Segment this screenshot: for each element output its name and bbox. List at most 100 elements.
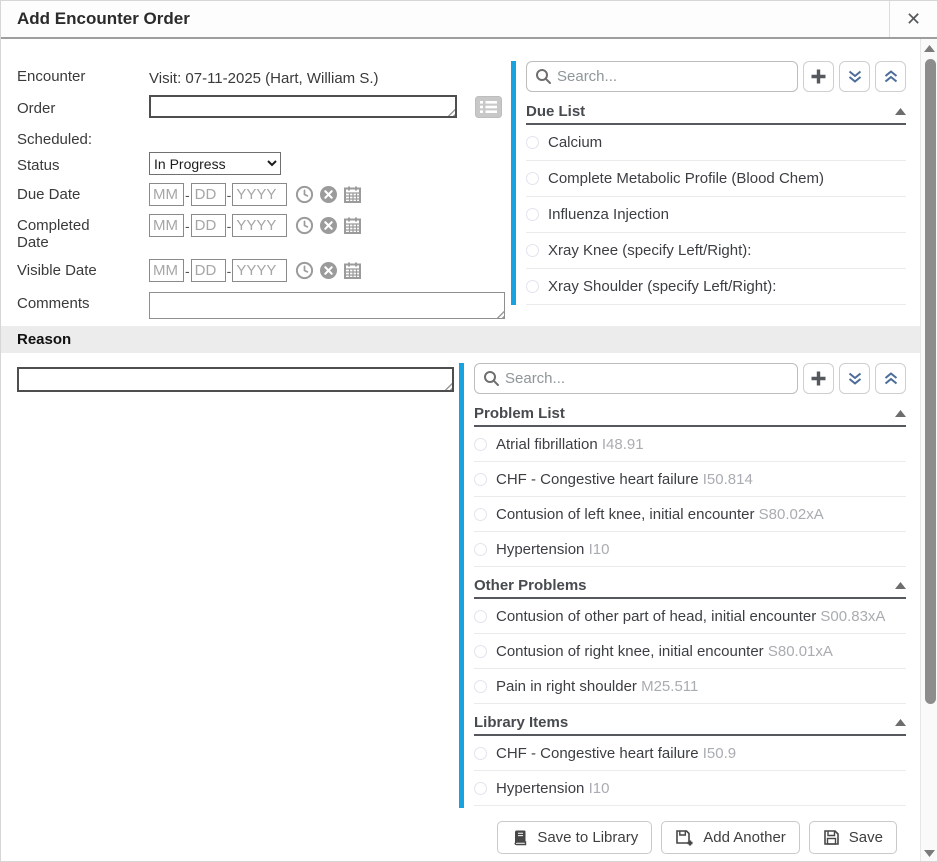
calendar-icon[interactable] xyxy=(343,185,362,204)
due-list-section-header[interactable]: Due List xyxy=(526,99,906,125)
scrollbar-thumb[interactable] xyxy=(925,59,936,704)
clock-icon[interactable] xyxy=(295,185,314,204)
scroll-down-icon[interactable] xyxy=(924,850,935,857)
encounter-label: Encounter xyxy=(17,65,117,85)
problem-item[interactable]: Contusion of right knee, initial encount… xyxy=(474,634,906,669)
visible-date-month-input[interactable] xyxy=(149,259,184,282)
order-label: Order xyxy=(17,97,117,117)
reason-input[interactable] xyxy=(17,367,454,392)
icd-code: S00.83xA xyxy=(820,608,885,625)
status-select[interactable]: In Progress xyxy=(149,152,281,175)
problem-item[interactable]: Atrial fibrillation I48.91 xyxy=(474,427,906,462)
library-item[interactable]: Hypertension I10 xyxy=(474,771,906,806)
item-label: Complete Metabolic Profile (Blood Chem) xyxy=(548,170,824,187)
problem-item[interactable]: Hypertension I10 xyxy=(474,532,906,567)
library-item[interactable]: CHF - Congestive heart failure I50.9 xyxy=(474,736,906,771)
button-label: Save to Library xyxy=(537,829,638,846)
date-separator: - xyxy=(185,263,190,279)
clock-icon[interactable] xyxy=(295,261,314,280)
radio-icon xyxy=(526,136,539,149)
visible-date-day-input[interactable] xyxy=(191,259,226,282)
order-lookup-button[interactable] xyxy=(475,96,502,118)
completed-date-day-input[interactable] xyxy=(191,214,226,237)
due-date-year-input[interactable] xyxy=(232,183,287,206)
vertical-scrollbar[interactable] xyxy=(920,39,937,861)
section-title: Problem List xyxy=(474,405,565,422)
item-label: CHF - Congestive heart failure I50.9 xyxy=(496,745,736,762)
item-label: Hypertension I10 xyxy=(496,541,609,558)
add-another-button[interactable]: Add Another xyxy=(661,821,800,854)
due-list-search-input[interactable] xyxy=(526,61,798,92)
add-reason-button[interactable] xyxy=(803,363,834,394)
radio-icon xyxy=(474,508,487,521)
item-label: Contusion of left knee, initial encounte… xyxy=(496,506,824,523)
add-order-button[interactable] xyxy=(803,61,834,92)
item-label: Xray Shoulder (specify Left/Right): xyxy=(548,278,776,295)
item-label: Hypertension I10 xyxy=(496,780,609,797)
button-label: Add Another xyxy=(703,829,786,846)
completed-date-month-input[interactable] xyxy=(149,214,184,237)
encounter-row: Encounter Visit: 07-11-2025 (Hart, Willi… xyxy=(17,59,511,89)
visible-date-label: Visible Date xyxy=(17,259,117,279)
item-label: Contusion of right knee, initial encount… xyxy=(496,643,833,660)
due-date-row: Due Date - - xyxy=(17,183,511,206)
list-lookup-icon xyxy=(475,96,502,118)
collapse-arrow-icon xyxy=(895,410,906,417)
completed-date-year-input[interactable] xyxy=(232,214,287,237)
due-list-panel: Due List Calcium Complete Metabolic Prof… xyxy=(511,61,906,305)
problem-item[interactable]: CHF - Congestive heart failure I50.814 xyxy=(474,462,906,497)
comments-input[interactable] xyxy=(149,292,505,319)
due-list-item[interactable]: Xray Knee (specify Left/Right): xyxy=(526,233,906,269)
scroll-up-icon[interactable] xyxy=(924,45,935,52)
chevron-double-up-icon xyxy=(883,69,899,84)
due-list-item[interactable]: Calcium xyxy=(526,125,906,161)
calendar-icon[interactable] xyxy=(343,261,362,280)
icd-code: I48.91 xyxy=(602,436,644,453)
radio-icon xyxy=(526,244,539,257)
due-date-month-input[interactable] xyxy=(149,183,184,206)
due-date-label: Due Date xyxy=(17,183,117,203)
due-list-item[interactable]: Influenza Injection xyxy=(526,197,906,233)
visible-date-year-input[interactable] xyxy=(232,259,287,282)
plus-icon xyxy=(810,68,827,85)
other-problems-section-header[interactable]: Other Problems xyxy=(474,573,906,599)
expand-all-button[interactable] xyxy=(839,363,870,394)
collapse-arrow-icon xyxy=(895,582,906,589)
problem-item[interactable]: Contusion of other part of head, initial… xyxy=(474,599,906,634)
problem-item[interactable]: Contusion of left knee, initial encounte… xyxy=(474,497,906,532)
plus-icon xyxy=(810,370,827,387)
library-items-section-header[interactable]: Library Items xyxy=(474,710,906,736)
encounter-value: Visit: 07-11-2025 (Hart, William S.) xyxy=(149,65,379,87)
save-to-library-button[interactable]: Save to Library xyxy=(497,821,652,854)
close-button[interactable]: ✕ xyxy=(889,1,937,37)
due-list-item[interactable]: Xray Shoulder (specify Left/Right): xyxy=(526,269,906,305)
save-button[interactable]: Save xyxy=(809,821,897,854)
status-label: Status xyxy=(17,154,117,174)
icd-code: I10 xyxy=(589,541,610,558)
clear-date-icon[interactable] xyxy=(319,216,338,235)
expand-all-button[interactable] xyxy=(839,61,870,92)
clear-date-icon[interactable] xyxy=(319,261,338,280)
icd-code: I50.9 xyxy=(703,745,736,762)
collapse-all-button[interactable] xyxy=(875,363,906,394)
search-icon xyxy=(535,68,552,85)
problem-list-section-header[interactable]: Problem List xyxy=(474,401,906,427)
due-date-day-input[interactable] xyxy=(191,183,226,206)
problem-item[interactable]: Pain in right shoulder M25.511 xyxy=(474,669,906,704)
calendar-icon[interactable] xyxy=(343,216,362,235)
problems-search-input[interactable] xyxy=(474,363,798,394)
section-title: Due List xyxy=(526,103,585,120)
radio-icon xyxy=(474,645,487,658)
item-label: Pain in right shoulder M25.511 xyxy=(496,678,698,695)
radio-icon xyxy=(526,172,539,185)
item-label: Influenza Injection xyxy=(548,206,669,223)
item-label: CHF - Congestive heart failure I50.814 xyxy=(496,471,753,488)
icd-code: M25.511 xyxy=(641,678,698,695)
due-list-item[interactable]: Complete Metabolic Profile (Blood Chem) xyxy=(526,161,906,197)
clear-date-icon[interactable] xyxy=(319,185,338,204)
clock-icon[interactable] xyxy=(295,216,314,235)
button-label: Save xyxy=(849,829,883,846)
order-input[interactable] xyxy=(149,95,457,118)
collapse-all-button[interactable] xyxy=(875,61,906,92)
close-icon: ✕ xyxy=(906,10,921,28)
